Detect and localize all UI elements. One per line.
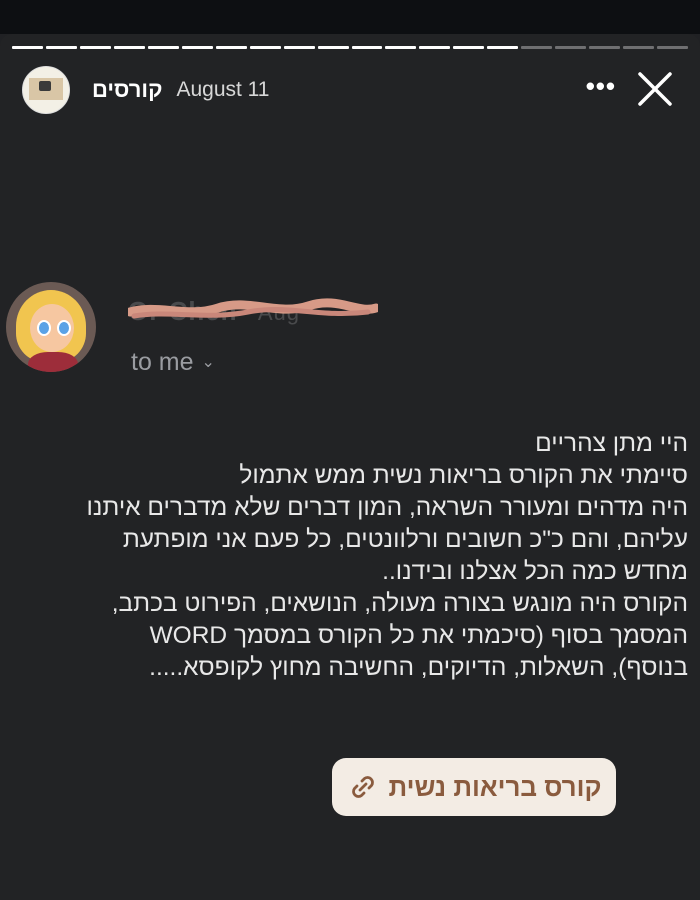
progress-segment [283, 46, 315, 49]
close-icon[interactable] [636, 70, 674, 108]
progress-segment [487, 46, 519, 49]
email-line: היי מתן צהריים [535, 430, 688, 457]
progress-segment [555, 46, 587, 49]
redaction-scribble [128, 298, 378, 319]
progress-segment [521, 46, 553, 49]
recipient-text: to me [131, 348, 194, 376]
device-top-bar [0, 0, 700, 34]
progress-segment [249, 46, 281, 49]
progress-segment [623, 46, 655, 49]
progress-segment [419, 46, 451, 49]
progress-segment [147, 46, 179, 49]
progress-segment [657, 46, 689, 49]
progress-segment [45, 46, 77, 49]
email-line: עליהם, והם כ"כ חשובים ורלוונטים, כל פעם … [122, 526, 688, 553]
more-dots-icon[interactable]: ••• [586, 71, 616, 102]
email-line: סיימתי את הקורס בריאות נשית ממש אתמול [239, 462, 688, 489]
progress-segment [12, 46, 43, 49]
email-line: הקורס היה מונגש בצורה מעולה, הנושאים, הפ… [111, 590, 688, 617]
progress-segment [351, 46, 383, 49]
story-header: קורסים August 11 ••• [22, 64, 688, 116]
chevron-down-icon: ⌄ [201, 354, 215, 371]
sender-avatar [6, 282, 96, 372]
progress-segment [79, 46, 111, 49]
email-line: היה מדהים ומעורר השראה, המון דברים שלא מ… [86, 494, 688, 521]
link-sticker[interactable]: קורס בריאות נשית [332, 758, 616, 816]
email-line: בנוסף), השאלות, הדיוקים, החשיבה מחוץ לקו… [149, 654, 688, 681]
email-line: מחדש כמה הכל אצלנו ובידנו.. [382, 558, 688, 585]
sender-name-redacted: Or Chen Aug [128, 292, 378, 332]
story-progress-bar [12, 46, 689, 49]
progress-segment [113, 46, 145, 49]
progress-segment [317, 46, 349, 49]
progress-segment [385, 46, 417, 49]
recipient-line[interactable]: to me ⌄ [131, 348, 215, 377]
progress-segment [215, 46, 247, 49]
story-date: August 11 [176, 78, 270, 101]
progress-segment [453, 46, 485, 49]
link-icon [351, 776, 374, 798]
link-sticker-label: קורס בריאות נשית [388, 771, 602, 802]
email-body: היי מתן צהריים סיימתי את הקורס בריאות נש… [28, 428, 688, 684]
email-line: המסמך בסוף (סיכמתי את כל הקורס במסמך WOR… [149, 622, 688, 649]
account-name[interactable]: קורסים [92, 77, 162, 103]
account-avatar[interactable] [22, 66, 70, 114]
progress-segment [181, 46, 213, 49]
progress-segment [589, 46, 621, 49]
